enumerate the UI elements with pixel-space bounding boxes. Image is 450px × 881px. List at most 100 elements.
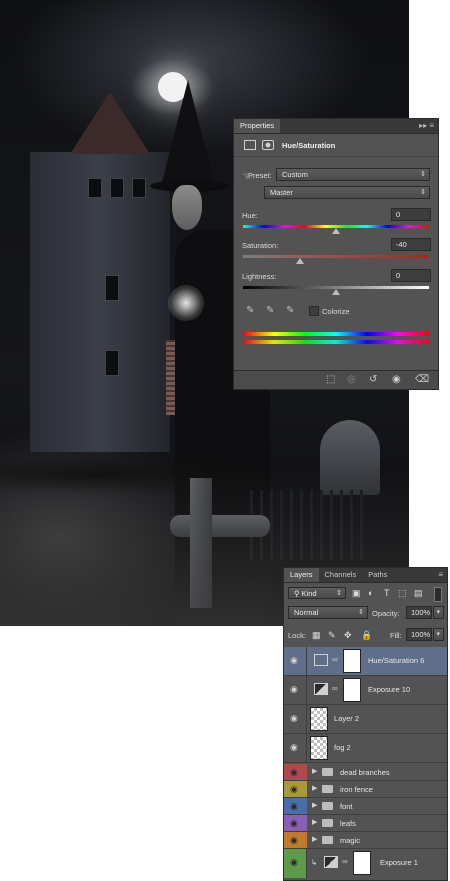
visibility-column: ◉ [284, 798, 307, 814]
layer-row-layer-2[interactable]: ◉ Layer 2 [284, 705, 447, 734]
hue-input[interactable]: 0 [391, 208, 431, 221]
group-row-magic[interactable]: ◉ ▶ magic [284, 832, 447, 849]
panel-menu-icon[interactable]: ≡ [438, 568, 443, 582]
properties-tabbar: Properties ▸▸ ≡ [234, 119, 438, 134]
colorize-checkbox[interactable] [309, 306, 319, 316]
eye-icon[interactable]: ◉ [290, 818, 298, 829]
filter-smart-object-icon[interactable]: ▤ [414, 588, 423, 599]
fill-dropdown[interactable]: ▾ [433, 628, 444, 641]
folder-icon [322, 819, 333, 827]
visibility-column: ◉ [284, 647, 307, 675]
preset-select[interactable]: Custom ⇕ [276, 168, 430, 181]
group-row-font[interactable]: ◉ ▶ font [284, 798, 447, 815]
layer-row-exposure-10[interactable]: ◉ ∞ Exposure 10 [284, 676, 447, 705]
link-icon[interactable]: ∞ [342, 857, 348, 866]
blend-mode-select[interactable]: Normal ⇕ [288, 606, 368, 619]
layer-mask-thumbnail[interactable] [343, 649, 361, 673]
expand-triangle-icon[interactable]: ▶ [312, 801, 317, 809]
hue-saturation-icon[interactable] [244, 140, 256, 150]
filter-pixel-icon[interactable]: ▣ [352, 588, 361, 599]
layer-row-fog-2[interactable]: ◉ fog 2 [284, 734, 447, 763]
chevron-updown-icon: ⇕ [336, 590, 342, 597]
eyedropper-plus-icon[interactable]: ✎ [266, 305, 274, 316]
expand-triangle-icon[interactable]: ▶ [312, 835, 317, 843]
clip-to-layer-icon[interactable]: ⬚ [326, 374, 335, 385]
tab-layers[interactable]: Layers [284, 568, 319, 582]
lock-label: Lock: [288, 631, 306, 640]
saturation-slider-thumb[interactable] [296, 258, 304, 264]
eye-icon[interactable]: ◉ [290, 835, 298, 846]
layer-thumbnail[interactable] [310, 736, 328, 760]
eye-icon[interactable]: ◉ [290, 857, 298, 868]
chevron-down-icon: ▾ [436, 631, 440, 638]
filter-adjustment-icon[interactable]: ◐ [368, 588, 373, 598]
saturation-slider-track[interactable] [243, 255, 429, 258]
group-name: magic [340, 836, 361, 845]
visibility-column: ◉ [284, 849, 307, 878]
eye-icon[interactable]: ◉ [290, 713, 298, 724]
tower-window [105, 350, 119, 376]
lightness-label: Lightness: [242, 272, 277, 281]
group-name: font [340, 802, 353, 811]
eyedropper-icon[interactable]: ✎ [246, 305, 254, 316]
link-icon[interactable]: ∞ [332, 684, 338, 693]
filter-shape-icon[interactable]: ⬚ [398, 588, 407, 599]
group-row-dead-branches[interactable]: ◉ ▶ dead branches [284, 764, 447, 781]
group-row-iron-fence[interactable]: ◉ ▶ iron fence [284, 781, 447, 798]
filter-type-icon[interactable]: T [384, 588, 390, 598]
layer-thumbnail[interactable] [310, 707, 328, 731]
lock-image-icon[interactable]: ✎ [328, 630, 336, 641]
eye-icon[interactable]: ◉ [290, 742, 298, 753]
tab-channels[interactable]: Channels [319, 568, 363, 582]
witch-hat [160, 80, 216, 190]
lightness-input[interactable]: 0 [391, 269, 431, 282]
tab-properties[interactable]: Properties [234, 119, 281, 133]
channel-select[interactable]: Master ⇕ [264, 186, 430, 199]
panel-menu-icon[interactable]: ▸▸ ≡ [419, 119, 434, 133]
output-color-bar [243, 340, 429, 344]
filter-kind-select[interactable]: ⚲ Kind ⇕ [288, 587, 346, 599]
mask-icon[interactable] [262, 140, 274, 150]
layers-tabbar: Layers Channels Paths ≡ [284, 568, 447, 583]
tab-paths[interactable]: Paths [362, 568, 393, 582]
link-icon[interactable]: ∞ [332, 655, 338, 664]
eyedropper-minus-icon[interactable]: ✎ [286, 305, 294, 316]
hue-slider-thumb[interactable] [332, 228, 340, 234]
layer-mask-thumbnail[interactable] [353, 851, 371, 875]
witch-face [172, 185, 202, 230]
visibility-column: ◉ [284, 676, 307, 704]
expand-triangle-icon[interactable]: ▶ [312, 767, 317, 775]
opacity-input[interactable]: 100% [406, 606, 432, 619]
lock-transparent-icon[interactable]: ▦ [312, 630, 321, 641]
properties-panel: Properties ▸▸ ≡ Hue/Saturation Preset: C… [233, 118, 439, 390]
reset-icon[interactable]: ↺ [369, 374, 377, 385]
visibility-column: ◉ [284, 832, 307, 848]
targeted-adjustment-hand-icon[interactable]: ☜ [242, 169, 253, 183]
layer-row-hue-saturation-6[interactable]: ◉ ∞ Hue/Saturation 6 [284, 647, 447, 676]
visibility-column: ◉ [284, 734, 307, 762]
lock-position-icon[interactable]: ✥ [344, 630, 352, 641]
trash-icon[interactable]: ⌫ [415, 374, 429, 385]
eye-icon[interactable]: ◉ [290, 801, 298, 812]
visibility-eye-icon[interactable]: ◉ [392, 374, 401, 385]
chevron-updown-icon: ⇕ [420, 189, 426, 196]
filter-toggle[interactable] [434, 587, 442, 602]
opacity-dropdown[interactable]: ▾ [433, 606, 444, 619]
view-previous-icon[interactable]: ◎ [347, 374, 356, 385]
eye-icon[interactable]: ◉ [290, 655, 298, 666]
lock-all-icon[interactable]: 🔒 [361, 630, 372, 641]
group-name: leafs [340, 819, 356, 828]
group-row-leafs[interactable]: ◉ ▶ leafs [284, 815, 447, 832]
folder-icon [322, 802, 333, 810]
fill-input[interactable]: 100% [406, 628, 432, 641]
lightness-slider-thumb[interactable] [332, 289, 340, 295]
layer-mask-thumbnail[interactable] [343, 678, 361, 702]
expand-triangle-icon[interactable]: ▶ [312, 784, 317, 792]
eye-icon[interactable]: ◉ [290, 684, 298, 695]
eye-icon[interactable]: ◉ [290, 767, 298, 778]
eye-icon[interactable]: ◉ [290, 784, 298, 795]
layer-row-exposure-1[interactable]: ◉ ↳ ∞ Exposure 1 [284, 849, 447, 878]
saturation-input[interactable]: -40 [391, 238, 431, 251]
expand-triangle-icon[interactable]: ▶ [312, 818, 317, 826]
opacity-label: Opacity: [372, 609, 400, 618]
